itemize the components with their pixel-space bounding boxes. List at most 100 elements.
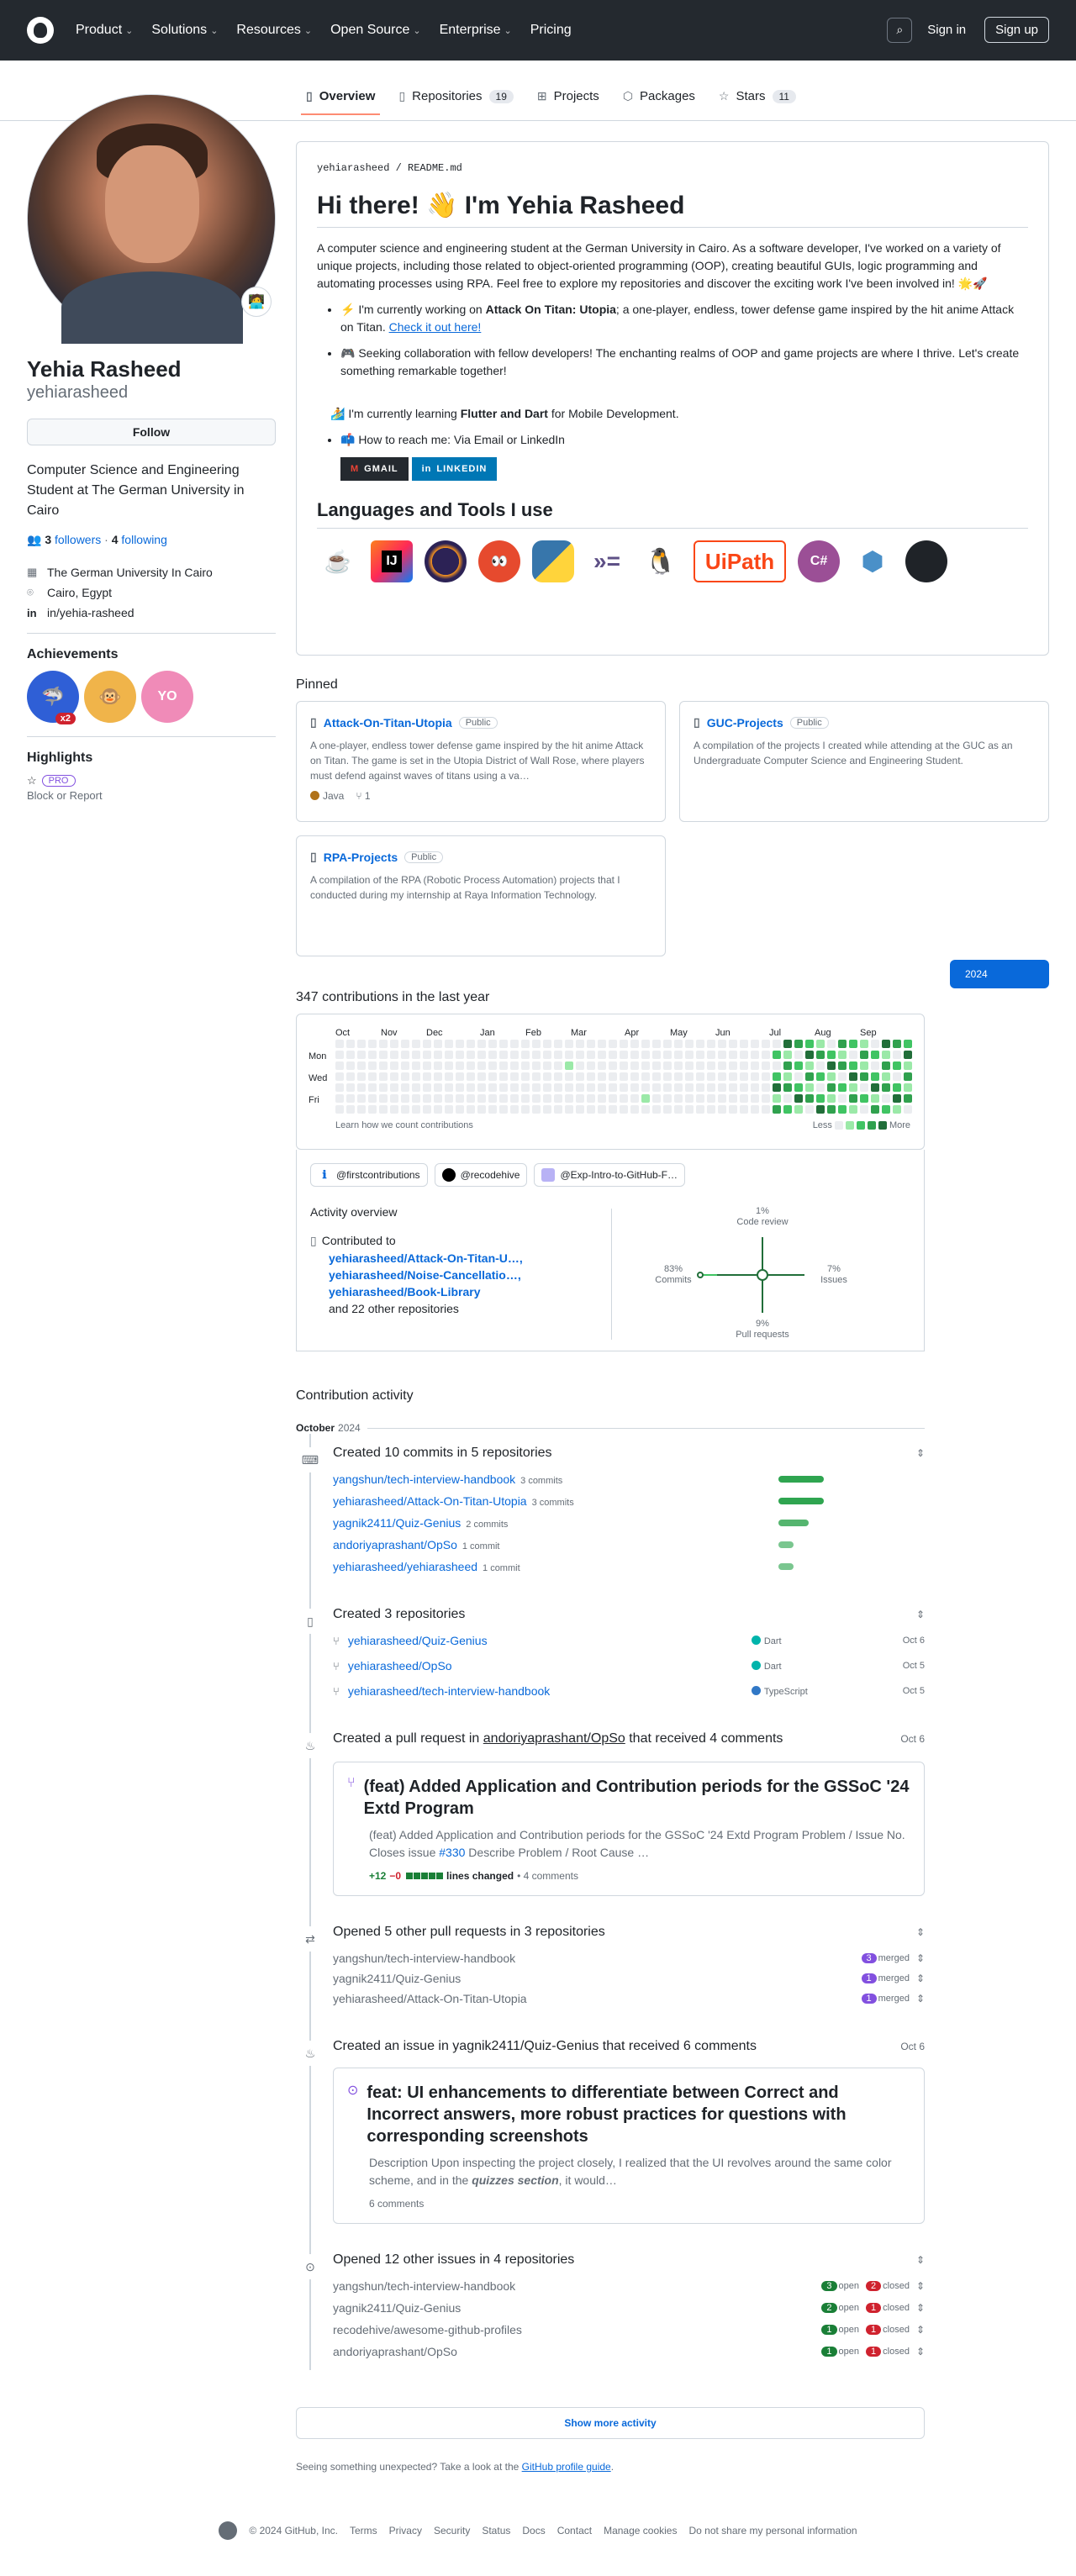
pr-repo-link[interactable]: andoriyaprashant/OpSo <box>483 1731 625 1746</box>
issue-repo-link[interactable]: recodehive/awesome-github-profiles <box>333 2323 821 2336</box>
contribution-day[interactable] <box>488 1040 497 1048</box>
contribution-day[interactable] <box>587 1094 595 1103</box>
contribution-day[interactable] <box>543 1083 551 1092</box>
contribution-day[interactable] <box>532 1051 541 1059</box>
github-logo-icon[interactable] <box>219 2521 238 2540</box>
nav-open-source[interactable]: Open Source ⌄ <box>330 23 421 38</box>
contribution-day[interactable] <box>565 1051 573 1059</box>
contribution-day[interactable] <box>576 1083 584 1092</box>
contribution-day[interactable] <box>456 1061 464 1070</box>
yolo-badge-icon[interactable]: YO <box>141 671 193 723</box>
contribution-day[interactable] <box>598 1040 606 1048</box>
contribution-day[interactable] <box>718 1094 726 1103</box>
contributed-repo-link[interactable]: yehiarasheed/Attack-On-Titan-U…, <box>329 1251 523 1265</box>
fold-icon[interactable]: ⇕ <box>916 2346 925 2357</box>
contribution-day[interactable] <box>674 1061 683 1070</box>
contribution-day[interactable] <box>827 1105 836 1114</box>
contribution-day[interactable] <box>423 1061 431 1070</box>
contribution-day[interactable] <box>860 1083 868 1092</box>
contribution-day[interactable] <box>467 1051 475 1059</box>
contribution-day[interactable] <box>783 1072 792 1081</box>
contribution-day[interactable] <box>871 1051 879 1059</box>
profile-guide-link[interactable]: GitHub profile guide <box>522 2461 611 2473</box>
contribution-day[interactable] <box>609 1061 617 1070</box>
contribution-day[interactable] <box>499 1105 508 1114</box>
contribution-day[interactable] <box>412 1105 420 1114</box>
contribution-day[interactable] <box>609 1105 617 1114</box>
contribution-day[interactable] <box>751 1083 759 1092</box>
contribution-day[interactable] <box>685 1072 694 1081</box>
contribution-day[interactable] <box>521 1094 530 1103</box>
tab-overview[interactable]: ▯ Overview <box>296 81 385 115</box>
contribution-day[interactable] <box>401 1040 409 1048</box>
contribution-day[interactable] <box>794 1040 803 1048</box>
contribution-day[interactable] <box>849 1105 857 1114</box>
contribution-day[interactable] <box>401 1061 409 1070</box>
contribution-day[interactable] <box>445 1061 453 1070</box>
contribution-day[interactable] <box>379 1083 388 1092</box>
contribution-day[interactable] <box>379 1094 388 1103</box>
contribution-day[interactable] <box>532 1072 541 1081</box>
contribution-day[interactable] <box>762 1072 770 1081</box>
contribution-day[interactable] <box>904 1083 912 1092</box>
contribution-day[interactable] <box>773 1083 781 1092</box>
contribution-day[interactable] <box>816 1040 825 1048</box>
contribution-day[interactable] <box>630 1105 639 1114</box>
contribution-day[interactable] <box>751 1051 759 1059</box>
contribution-day[interactable] <box>368 1105 377 1114</box>
contribution-day[interactable] <box>685 1040 694 1048</box>
contribution-day[interactable] <box>641 1061 650 1070</box>
contribution-day[interactable] <box>467 1061 475 1070</box>
contribution-day[interactable] <box>674 1105 683 1114</box>
contribution-day[interactable] <box>630 1094 639 1103</box>
contribution-day[interactable] <box>707 1051 715 1059</box>
contribution-day[interactable] <box>740 1105 748 1114</box>
contribution-day[interactable] <box>882 1072 890 1081</box>
contribution-day[interactable] <box>663 1083 672 1092</box>
contribution-day[interactable] <box>401 1072 409 1081</box>
contribution-day[interactable] <box>368 1051 377 1059</box>
contribution-day[interactable] <box>412 1061 420 1070</box>
contribution-day[interactable] <box>893 1040 901 1048</box>
contribution-day[interactable] <box>368 1061 377 1070</box>
contribution-day[interactable] <box>630 1061 639 1070</box>
follow-button[interactable]: Follow <box>27 419 276 445</box>
contribution-day[interactable] <box>685 1061 694 1070</box>
contribution-day[interactable] <box>412 1051 420 1059</box>
contribution-day[interactable] <box>794 1105 803 1114</box>
linkedin-badge[interactable]: in LINKEDIN <box>411 457 498 481</box>
pr-title-link[interactable]: (feat) Added Application and Contributio… <box>364 1776 910 1820</box>
contribution-day[interactable] <box>576 1040 584 1048</box>
contribution-day[interactable] <box>488 1061 497 1070</box>
contribution-day[interactable] <box>707 1040 715 1048</box>
contribution-day[interactable] <box>783 1083 792 1092</box>
contribution-day[interactable] <box>696 1061 704 1070</box>
contribution-day[interactable] <box>565 1061 573 1070</box>
nav-enterprise[interactable]: Enterprise ⌄ <box>440 23 512 38</box>
contribution-day[interactable] <box>794 1051 803 1059</box>
contribution-day[interactable] <box>488 1072 497 1081</box>
contribution-day[interactable] <box>379 1105 388 1114</box>
contribution-day[interactable] <box>904 1094 912 1103</box>
contribution-day[interactable] <box>477 1105 486 1114</box>
contribution-day[interactable] <box>554 1061 562 1070</box>
contribution-day[interactable] <box>379 1040 388 1048</box>
contribution-day[interactable] <box>554 1040 562 1048</box>
contribution-day[interactable] <box>773 1040 781 1048</box>
contribution-day[interactable] <box>379 1072 388 1081</box>
contribution-day[interactable] <box>587 1072 595 1081</box>
contribution-day[interactable] <box>773 1105 781 1114</box>
contribution-day[interactable] <box>543 1040 551 1048</box>
contribution-day[interactable] <box>445 1051 453 1059</box>
contribution-day[interactable] <box>838 1094 847 1103</box>
contribution-day[interactable] <box>401 1105 409 1114</box>
contribution-day[interactable] <box>477 1051 486 1059</box>
contribution-day[interactable] <box>838 1072 847 1081</box>
contribution-day[interactable] <box>565 1094 573 1103</box>
contribution-day[interactable] <box>445 1105 453 1114</box>
contribution-day[interactable] <box>510 1094 519 1103</box>
contribution-day[interactable] <box>456 1105 464 1114</box>
contribution-day[interactable] <box>794 1072 803 1081</box>
readme-user-link[interactable]: yehiarasheed <box>317 162 389 174</box>
contribution-day[interactable] <box>335 1061 344 1070</box>
